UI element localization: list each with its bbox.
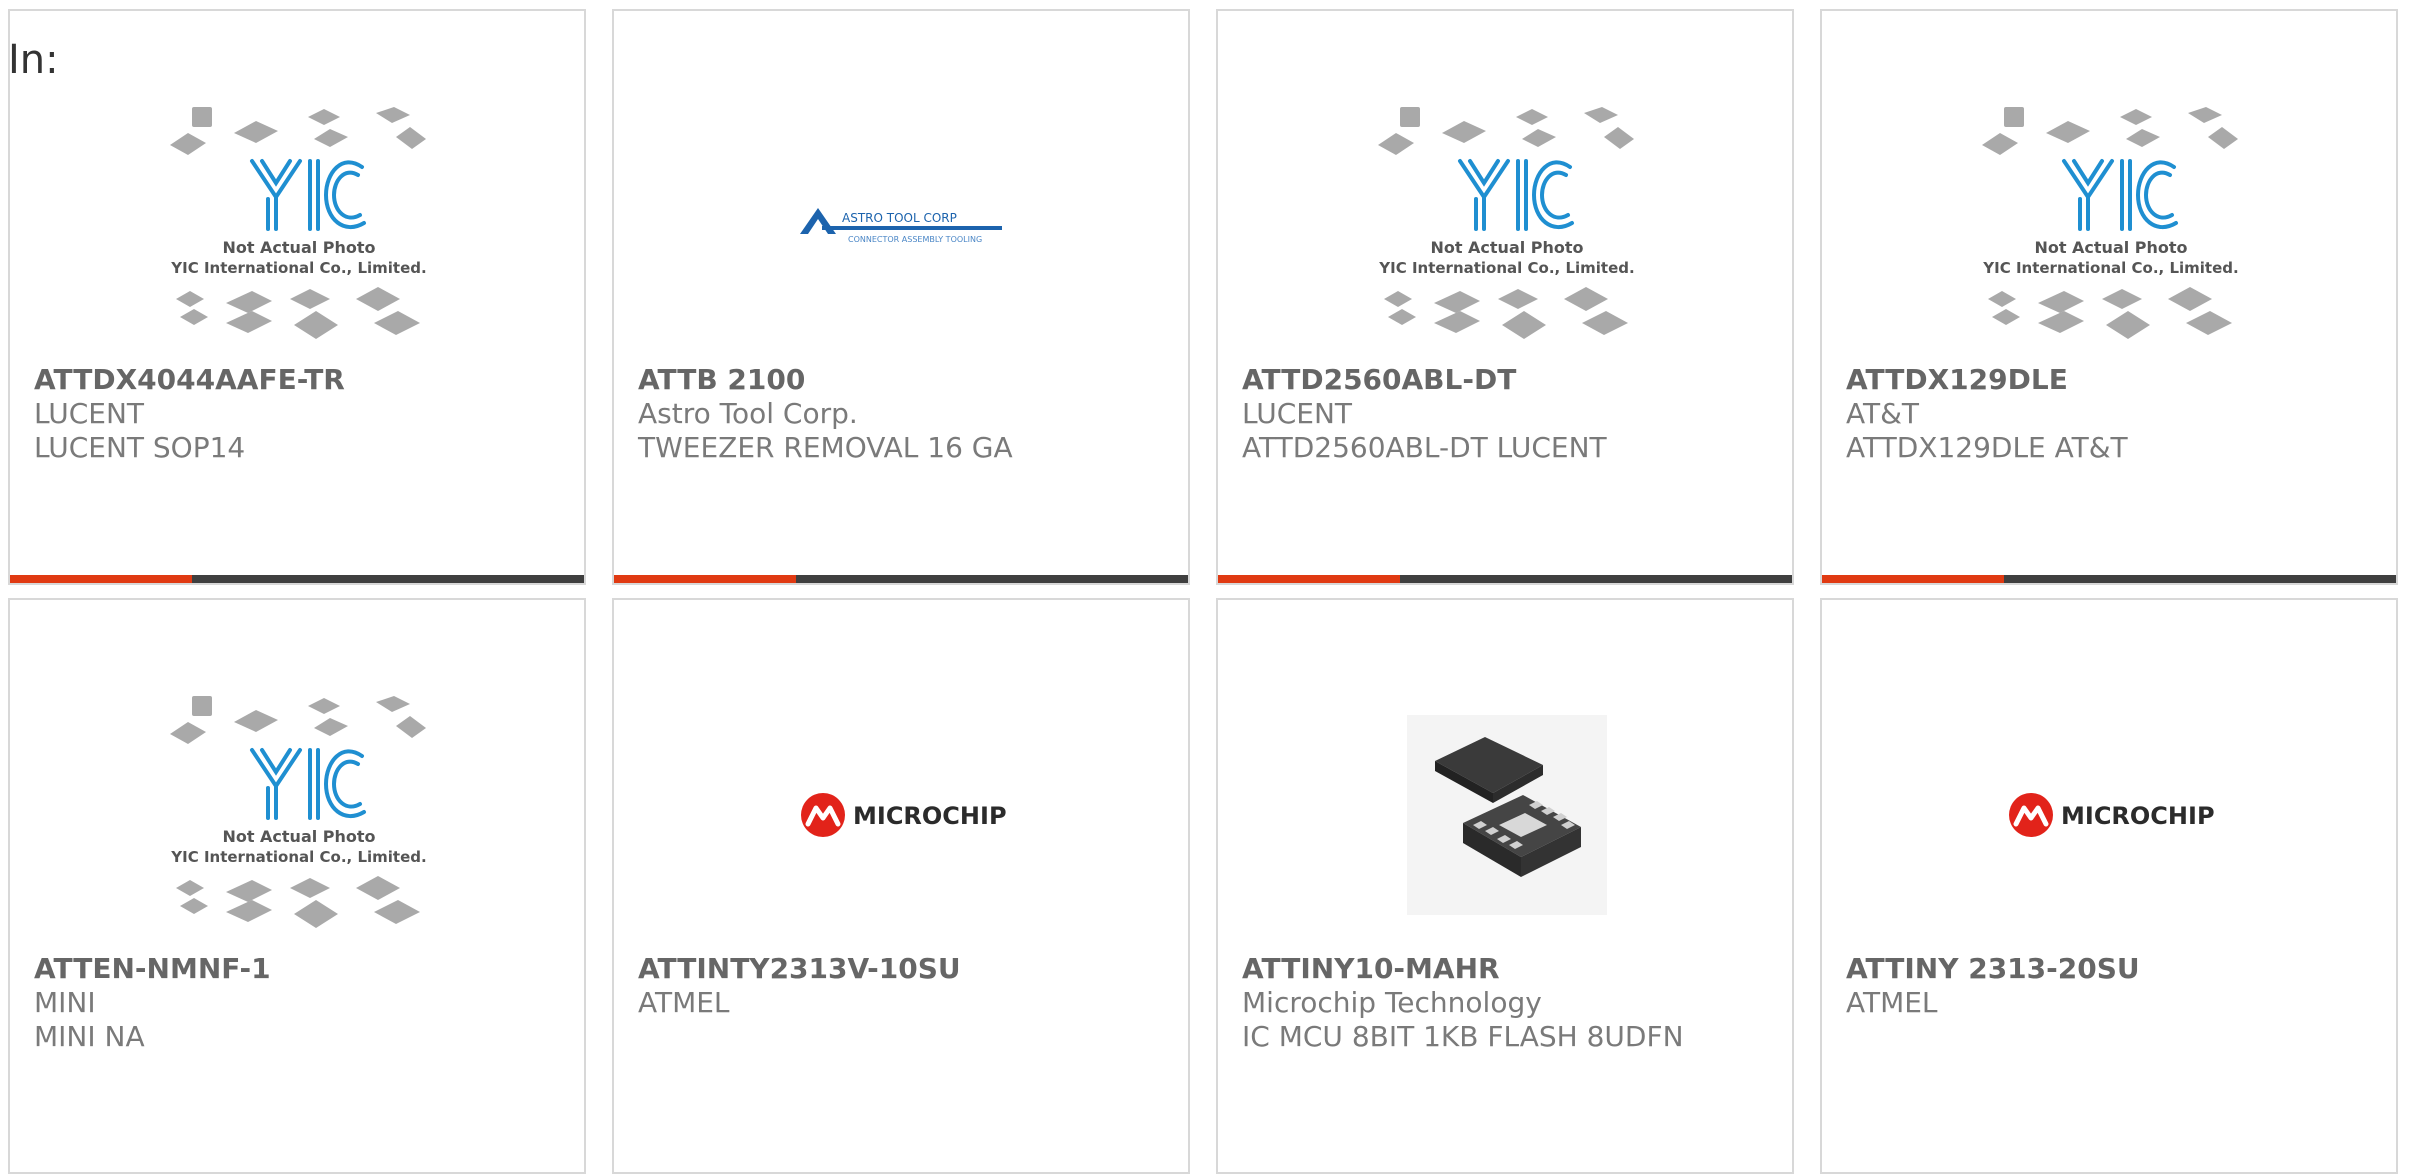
manufacturer: Astro Tool Corp. [638, 397, 858, 430]
product-image[interactable]: Not Actual Photo YIC International Co., … [10, 101, 584, 351]
product-card[interactable]: Not Actual Photo YIC International Co., … [8, 9, 586, 585]
astro-logo-subtext: CONNECTOR ASSEMBLY TOOLING [848, 235, 982, 244]
part-number[interactable]: ATTINY10-MAHR [1242, 952, 1500, 985]
description: LUCENT SOP14 [34, 431, 246, 464]
description: MINI NA [34, 1020, 145, 1053]
manufacturer: MINI [34, 986, 96, 1019]
description: TWEEZER REMOVAL 16 GA [638, 431, 1013, 464]
part-number[interactable]: ATTEN-NMNF-1 [34, 952, 271, 985]
description: ATTDX129DLE AT&T [1846, 431, 2128, 464]
astro-tool-logo: ASTRO TOOL CORP CONNECTOR ASSEMBLY TOOLI… [800, 208, 1002, 244]
yic-placeholder-image: Not Actual Photo YIC International Co., … [1378, 107, 1635, 339]
product-card[interactable]: Not Actual Photo YIC International Co., … [1216, 9, 1794, 585]
product-card[interactable]: Not Actual Photo YIC International Co., … [8, 598, 586, 1174]
product-image[interactable]: MICROCHIP [1822, 690, 2396, 940]
yic-placeholder-image: Not Actual Photo YIC International Co., … [170, 696, 427, 928]
manufacturer: Microchip Technology [1242, 986, 1542, 1019]
manufacturer: ATMEL [1846, 986, 1938, 1019]
placeholder-line2: YIC International Co., Limited. [170, 848, 426, 866]
udfn-chip-photo [1407, 715, 1607, 915]
microchip-logo-text: MICROCHIP [853, 802, 1007, 830]
astro-logo-text: ASTRO TOOL CORP [842, 211, 957, 225]
yic-placeholder-image: Not Actual Photo YIC International Co., … [1982, 107, 2239, 339]
product-card[interactable]: ATTINY10-MAHR Microchip Technology IC MC… [1216, 598, 1794, 1174]
part-number[interactable]: ATTINY 2313-20SU [1846, 952, 2140, 985]
microchip-logo: MICROCHIP [801, 793, 1007, 837]
card-bar [614, 575, 1188, 583]
part-number[interactable]: ATTDX129DLE [1846, 363, 2068, 396]
part-number[interactable]: ATTB 2100 [638, 363, 805, 396]
product-card[interactable]: MICROCHIP ATTINY 2313-20SU ATMEL [1820, 598, 2398, 1174]
card-bar [1822, 575, 2396, 583]
placeholder-line1: Not Actual Photo [222, 238, 375, 257]
yic-placeholder-image: Not Actual Photo YIC International Co., … [170, 107, 427, 339]
card-bar-accent [10, 575, 192, 583]
placeholder-line2: YIC International Co., Limited. [170, 259, 426, 277]
description: IC MCU 8BIT 1KB FLASH 8UDFN [1242, 1020, 1684, 1053]
placeholder-line1: Not Actual Photo [222, 827, 375, 846]
product-image[interactable]: MICROCHIP [614, 690, 1188, 940]
product-image[interactable]: ASTRO TOOL CORP CONNECTOR ASSEMBLY TOOLI… [614, 101, 1188, 351]
manufacturer: LUCENT [34, 397, 144, 430]
card-bar-accent [614, 575, 796, 583]
card-bar [1218, 575, 1792, 583]
manufacturer: ATMEL [638, 986, 730, 1019]
product-image[interactable]: Not Actual Photo YIC International Co., … [1218, 101, 1792, 351]
page-label: In: [8, 37, 59, 83]
part-number[interactable]: ATTDX4044AAFE-TR [34, 363, 345, 396]
product-card[interactable]: ASTRO TOOL CORP CONNECTOR ASSEMBLY TOOLI… [612, 9, 1190, 585]
product-image[interactable]: Not Actual Photo YIC International Co., … [1822, 101, 2396, 351]
placeholder-line2: YIC International Co., Limited. [1982, 259, 2238, 277]
manufacturer: AT&T [1846, 397, 1920, 430]
placeholder-line2: YIC International Co., Limited. [1378, 259, 1634, 277]
card-bar [10, 575, 584, 583]
placeholder-line1: Not Actual Photo [2034, 238, 2187, 257]
product-card[interactable]: MICROCHIP ATTINTY2313V-10SU ATMEL [612, 598, 1190, 1174]
description: ATTD2560ABL-DT LUCENT [1242, 431, 1607, 464]
manufacturer: LUCENT [1242, 397, 1352, 430]
microchip-logo-text: MICROCHIP [2061, 802, 2215, 830]
card-bar-accent [1218, 575, 1400, 583]
part-number[interactable]: ATTINTY2313V-10SU [638, 952, 961, 985]
card-bar-accent [1822, 575, 2004, 583]
product-image[interactable]: Not Actual Photo YIC International Co., … [10, 690, 584, 940]
microchip-logo: MICROCHIP [2009, 793, 2215, 837]
placeholder-line1: Not Actual Photo [1430, 238, 1583, 257]
product-card[interactable]: Not Actual Photo YIC International Co., … [1820, 9, 2398, 585]
part-number[interactable]: ATTD2560ABL-DT [1242, 363, 1516, 396]
product-image[interactable] [1218, 690, 1792, 940]
